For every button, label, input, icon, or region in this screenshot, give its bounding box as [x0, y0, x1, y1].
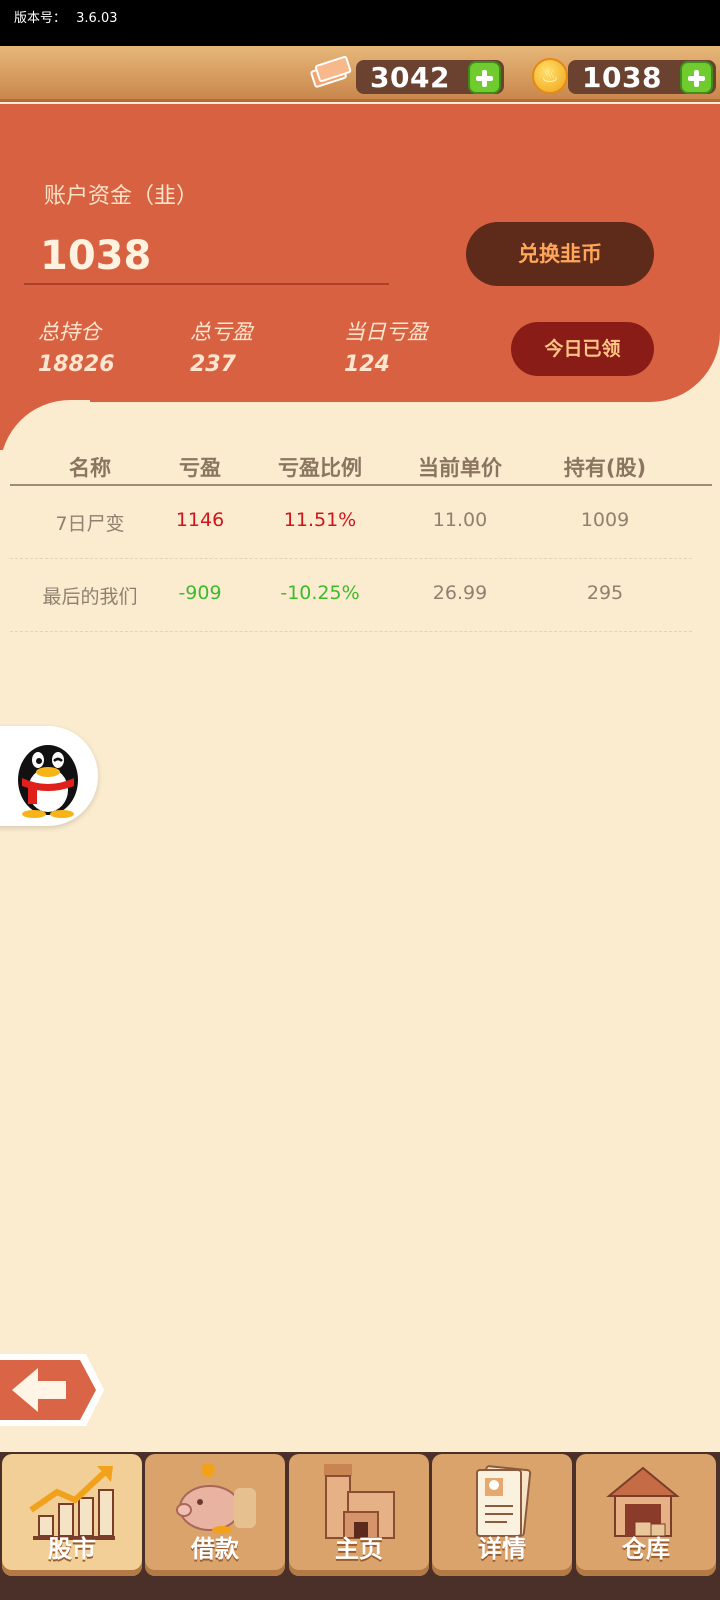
nav-warehouse[interactable]: 仓库 — [576, 1454, 716, 1576]
bottom-nav: 股市 借款 主页 详情 仓库 — [0, 1452, 720, 1600]
nav-loan[interactable]: 借款 — [145, 1454, 285, 1576]
nav-home[interactable]: 主页 — [289, 1454, 429, 1576]
cell-pnl-pct: -10.25% — [280, 582, 360, 604]
nav-stock-market[interactable]: 股市 — [2, 1454, 142, 1576]
account-underline — [24, 283, 389, 285]
version-label: 版本号： — [14, 11, 67, 26]
header-pnl: 亏盈 — [179, 456, 221, 480]
cell-price: 11.00 — [432, 509, 488, 531]
qq-penguin-icon — [18, 745, 78, 818]
panel-curve-decoration — [0, 400, 90, 490]
cell-shares: 295 — [586, 582, 624, 604]
stat-label: 当日亏盈 — [344, 320, 428, 344]
nav-label: 股市 — [48, 1535, 96, 1563]
resource-bar: 3042 1038 — [0, 46, 720, 102]
cell-pnl: -909 — [178, 582, 222, 604]
daily-claim-button[interactable]: 今日已领 — [511, 322, 654, 376]
header-price: 当前单价 — [418, 456, 502, 480]
nav-label: 仓库 — [622, 1535, 670, 1563]
back-arrow-button[interactable] — [0, 1352, 106, 1428]
cell-name: 7日尸变 — [55, 513, 125, 535]
stat-value: 237 — [190, 352, 236, 377]
table-row[interactable]: 最后的我们 -909 -10.25% 26.99 295 — [10, 560, 692, 632]
stat-label: 总持仓 — [38, 320, 101, 344]
coin-count: 1038 — [582, 61, 662, 94]
table-row[interactable]: 7日尸变 1146 11.51% 11.00 1009 — [10, 487, 692, 559]
account-funds-value: 1038 — [40, 233, 152, 279]
cell-name: 最后的我们 — [42, 586, 138, 608]
stat-label: 总亏盈 — [190, 320, 253, 344]
holdings-table-header: 名称 亏盈 亏盈比例 当前单价 持有(股) — [10, 448, 712, 486]
header-shares: 持有(股) — [563, 456, 647, 480]
header-pnl-pct: 亏盈比例 — [278, 456, 362, 480]
stat-total-pnl: 总亏盈 237 — [190, 316, 253, 377]
ticket-count: 3042 — [370, 61, 450, 94]
nav-label: 借款 — [191, 1535, 239, 1563]
add-tickets-button[interactable] — [468, 61, 501, 94]
ticket-counter: 3042 — [356, 60, 504, 94]
header-name: 名称 — [69, 456, 111, 480]
qq-float-button[interactable] — [0, 726, 98, 826]
account-funds-label: 账户资金（韭） — [44, 184, 199, 209]
version-number: 3.6.03 — [76, 11, 118, 26]
nav-label: 主页 — [335, 1535, 383, 1563]
stat-value: 124 — [344, 352, 390, 377]
coin-counter: 1038 — [568, 60, 716, 94]
cell-pnl: 1146 — [175, 509, 225, 531]
status-bar: 版本号： 3.6.03 — [0, 0, 720, 46]
coin-icon — [532, 58, 568, 94]
cell-shares: 1009 — [580, 509, 630, 531]
ticket-icon — [308, 54, 359, 96]
stat-value: 18826 — [38, 352, 115, 377]
nav-label: 详情 — [478, 1535, 526, 1563]
cell-price: 26.99 — [432, 582, 488, 604]
cell-pnl-pct: 11.51% — [283, 509, 357, 531]
nav-details[interactable]: 详情 — [432, 1454, 572, 1576]
add-coins-button[interactable] — [680, 61, 713, 94]
stat-daily-pnl: 当日亏盈 124 — [344, 316, 428, 377]
stat-total-holdings: 总持仓 18826 — [38, 316, 115, 377]
version-text: 版本号： 3.6.03 — [14, 7, 118, 26]
exchange-button[interactable]: 兑换韭币 — [466, 222, 654, 286]
